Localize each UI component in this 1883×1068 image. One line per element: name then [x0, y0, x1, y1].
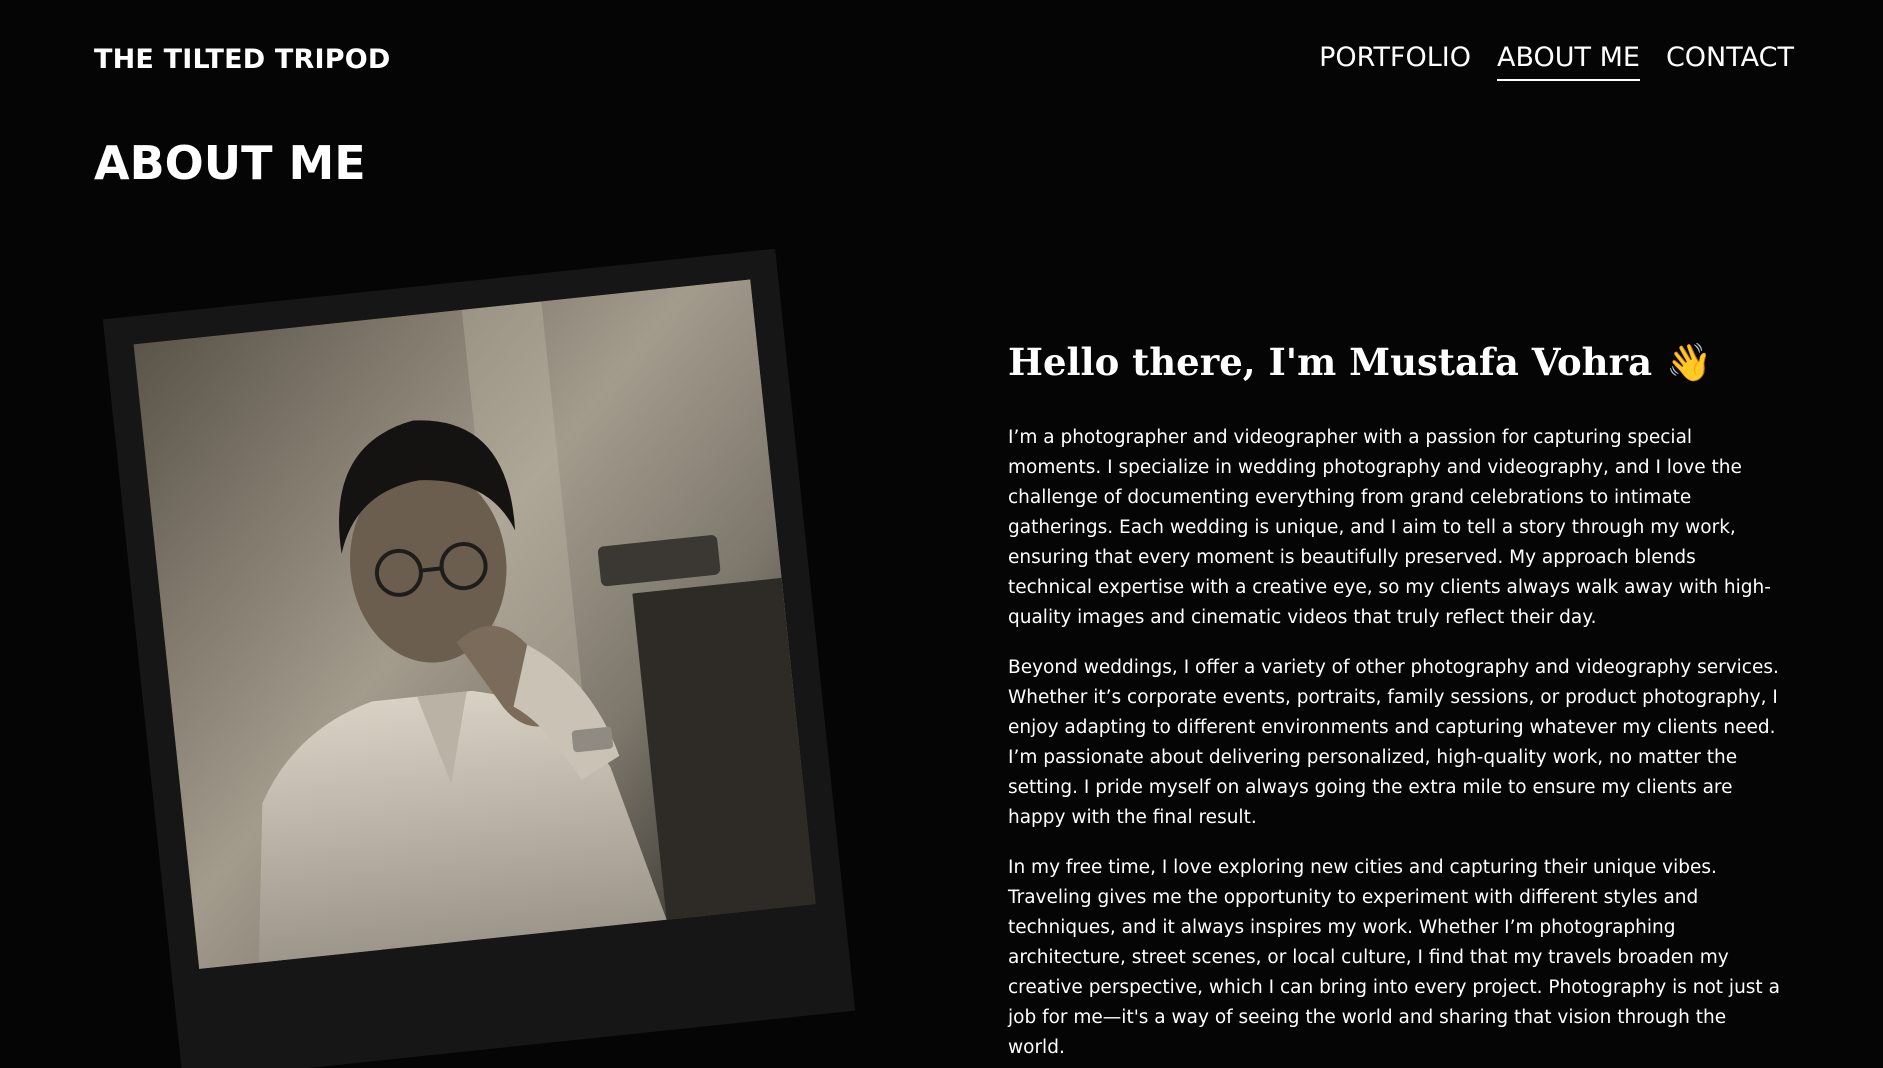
about-paragraph-1: I’m a photographer and videographer with… — [1008, 427, 1771, 628]
about-page: THE TILTED TRIPOD PORTFOLIO ABOUT ME CON… — [0, 0, 1883, 1068]
main-nav: PORTFOLIO ABOUT ME CONTACT — [1319, 42, 1794, 81]
about-content: Hello there, I'm Mustafa Vohra 👋 I’m a ph… — [1008, 338, 1784, 1068]
site-header: THE TILTED TRIPOD PORTFOLIO ABOUT ME CON… — [94, 40, 1794, 90]
site-logo[interactable]: THE TILTED TRIPOD — [94, 44, 391, 75]
nav-portfolio[interactable]: PORTFOLIO — [1319, 42, 1471, 81]
portrait-illustration — [133, 279, 816, 969]
about-paragraph-2: Beyond weddings, I offer a variety of ot… — [1008, 657, 1779, 828]
nav-contact[interactable]: CONTACT — [1666, 42, 1794, 81]
greeting-text: Hello there, I'm Mustafa Vohra — [1008, 340, 1653, 384]
page-title: ABOUT ME — [94, 136, 366, 190]
portrait-photo — [133, 279, 816, 969]
polaroid-frame — [102, 248, 856, 1068]
waving-hand-icon: 👋 — [1666, 341, 1713, 384]
about-paragraph-3: In my free time, I love exploring new ci… — [1008, 857, 1780, 1058]
greeting-heading: Hello there, I'm Mustafa Vohra 👋 — [1008, 338, 1784, 387]
nav-about-me[interactable]: ABOUT ME — [1496, 42, 1640, 81]
